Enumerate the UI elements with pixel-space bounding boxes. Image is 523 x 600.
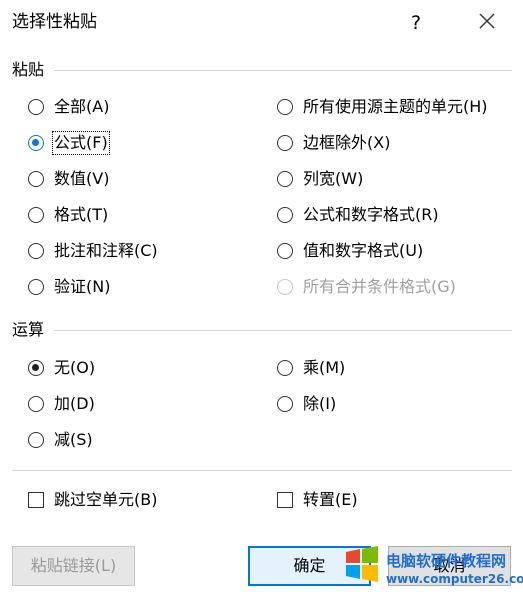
paste-option-label: 验证(N): [54, 277, 111, 296]
radio-button[interactable]: [28, 243, 44, 259]
radio-button[interactable]: [28, 207, 44, 223]
close-icon: [479, 13, 495, 29]
paste-option-values[interactable]: 数值(V): [28, 166, 109, 192]
radio-button-selected[interactable]: [28, 360, 44, 376]
paste-option-label: 公式(F): [52, 131, 110, 155]
transpose-checkbox[interactable]: [277, 492, 293, 508]
radio-button[interactable]: [28, 279, 44, 295]
paste-option-all[interactable]: 全部(A): [28, 94, 109, 120]
paste-section-divider: [54, 70, 512, 71]
paste-option-label: 公式和数字格式(R): [303, 205, 439, 224]
paste-option-label: 批注和注释(C): [54, 241, 158, 260]
paste-option-all-using-source-theme[interactable]: 所有使用源主题的单元(H): [277, 94, 488, 120]
transpose-option[interactable]: 转置(E): [277, 487, 358, 513]
operation-option-multiply[interactable]: 乘(M): [277, 355, 345, 381]
skip-blanks-option[interactable]: 跳过空单元(B): [28, 487, 157, 513]
radio-button[interactable]: [277, 99, 293, 115]
radio-button[interactable]: [277, 360, 293, 376]
radio-button-disabled: [277, 279, 293, 295]
radio-button[interactable]: [277, 171, 293, 187]
dialog-title: 选择性粘贴: [12, 12, 97, 32]
help-button[interactable]: ?: [402, 7, 430, 39]
paste-option-all-except-borders[interactable]: 边框除外(X): [277, 130, 390, 156]
paste-option-comments[interactable]: 批注和注释(C): [28, 238, 158, 264]
paste-link-button: 粘贴链接(L): [12, 546, 135, 586]
operation-option-label: 无(O): [54, 358, 96, 377]
paste-option-validation[interactable]: 验证(N): [28, 274, 110, 300]
paste-option-label: 值和数字格式(U): [303, 241, 424, 260]
skip-blanks-label: 跳过空单元(B): [54, 490, 158, 509]
paste-option-label: 全部(A): [54, 97, 110, 116]
radio-button-selected[interactable]: [28, 135, 44, 151]
paste-option-values-and-number-formats[interactable]: 值和数字格式(U): [277, 238, 423, 264]
radio-button[interactable]: [28, 171, 44, 187]
radio-button[interactable]: [277, 396, 293, 412]
paste-option-label: 格式(T): [54, 205, 109, 224]
operation-option-label: 除(I): [303, 394, 337, 413]
paste-option-label: 列宽(W): [303, 169, 364, 188]
operation-option-add[interactable]: 加(D): [28, 391, 95, 417]
radio-button[interactable]: [277, 135, 293, 151]
watermark-url: www.computer26.com: [386, 572, 523, 586]
paste-option-formulas-and-number-formats[interactable]: 公式和数字格式(R): [277, 202, 439, 228]
operation-section-divider: [54, 330, 512, 331]
paste-option-merge-conditional-formats: 所有合并条件格式(G): [277, 274, 456, 300]
paste-option-label: 所有合并条件格式(G): [303, 277, 456, 296]
paste-option-formats[interactable]: 格式(T): [28, 202, 108, 228]
title-bar: 选择性粘贴 ?: [0, 0, 523, 46]
operation-option-subtract[interactable]: 减(S): [28, 427, 93, 453]
radio-button[interactable]: [277, 207, 293, 223]
radio-button[interactable]: [28, 99, 44, 115]
radio-button[interactable]: [28, 432, 44, 448]
paste-option-label: 所有使用源主题的单元(H): [303, 97, 488, 116]
paste-special-dialog: 选择性粘贴 ? 粘贴 全部(A) 公式(F) 数值(V) 格式(T) 批注和注释…: [0, 0, 523, 600]
operation-option-none[interactable]: 无(O): [28, 355, 95, 381]
operation-option-label: 加(D): [54, 394, 95, 413]
operation-option-label: 减(S): [54, 430, 93, 449]
radio-button[interactable]: [277, 243, 293, 259]
site-watermark: 电脑软硬件教程网 www.computer26.com: [330, 542, 523, 600]
paste-option-label: 数值(V): [54, 169, 110, 188]
transpose-label: 转置(E): [303, 490, 358, 509]
watermark-title: 电脑软硬件教程网: [386, 552, 507, 570]
options-divider: [12, 470, 512, 471]
paste-option-column-widths[interactable]: 列宽(W): [277, 166, 363, 192]
operation-option-label: 乘(M): [303, 358, 346, 377]
paste-option-label: 边框除外(X): [303, 133, 391, 152]
operation-section-label: 运算: [12, 320, 45, 339]
close-button[interactable]: [473, 7, 501, 39]
operation-option-divide[interactable]: 除(I): [277, 391, 336, 417]
windows-logo-icon: [346, 546, 378, 582]
radio-button[interactable]: [28, 396, 44, 412]
paste-option-formulas[interactable]: 公式(F): [28, 130, 110, 156]
paste-section-label: 粘贴: [12, 60, 45, 79]
skip-blanks-checkbox[interactable]: [28, 492, 44, 508]
